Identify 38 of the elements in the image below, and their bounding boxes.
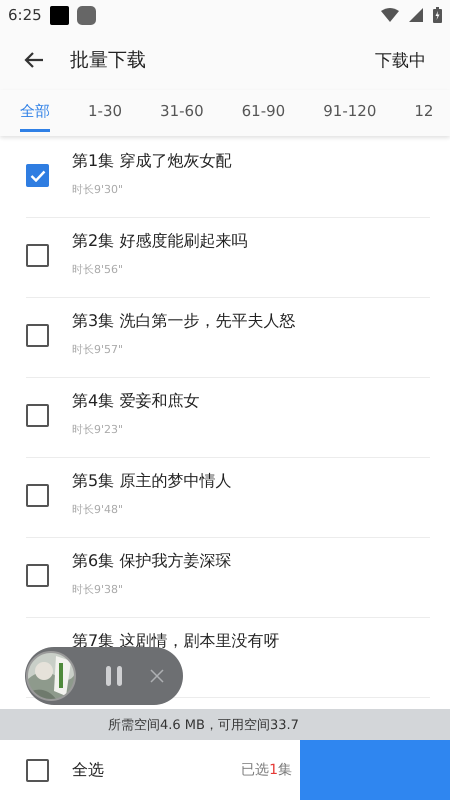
episode-duration: 时长9'30" — [72, 182, 124, 197]
wifi-icon — [381, 8, 399, 22]
page-title: 批量下载 — [70, 48, 146, 73]
episode-checkbox[interactable] — [26, 244, 49, 267]
episode-title: 第1集 穿成了炮灰女配 — [72, 151, 232, 172]
episode-duration: 时长9'48" — [72, 502, 124, 517]
episode-duration: 时长9'57" — [72, 342, 124, 357]
selected-count: 已选1集 — [241, 761, 292, 779]
select-all-label: 全选 — [72, 760, 104, 780]
status-time: 6:25 — [8, 6, 42, 24]
tab[interactable]: 全部 — [20, 90, 50, 132]
episode-title: 第6集 保护我方姜深琛 — [72, 551, 232, 572]
checkmark-icon — [30, 170, 46, 182]
tab[interactable]: 12 — [414, 90, 434, 131]
episode-checkbox[interactable] — [26, 404, 49, 427]
episode-title: 第5集 原主的梦中情人 — [72, 471, 232, 492]
episode-duration: 时长8'56" — [72, 262, 124, 277]
select-all-checkbox[interactable] — [26, 758, 49, 782]
episode-checkbox[interactable] — [26, 164, 49, 187]
notification-icon — [50, 6, 69, 24]
episode-title: 第4集 爱妾和庶女 — [72, 391, 200, 412]
episode-title: 第3集 洗白第一步，先平夫人怒 — [72, 311, 296, 332]
tab[interactable]: 61-90 — [242, 90, 286, 131]
storage-info: 所需空间4.6 MB，可用空间33.7 — [0, 709, 450, 740]
episode-checkbox[interactable] — [26, 564, 49, 587]
tab[interactable]: 1-30 — [88, 90, 122, 131]
tab[interactable]: 91-120 — [323, 90, 376, 131]
tab[interactable]: 31-60 — [160, 90, 204, 131]
episode-title: 第2集 好感度能刷起来吗 — [72, 231, 248, 252]
episode-duration: 时长9'38" — [72, 582, 124, 597]
downloading-button[interactable]: 下载中 — [375, 48, 426, 72]
episode-checkbox[interactable] — [26, 484, 49, 507]
episode-duration: 时长9'23" — [72, 422, 124, 437]
pause-icon[interactable] — [104, 665, 124, 687]
battery-icon — [433, 7, 442, 23]
episode-checkbox[interactable] — [26, 324, 49, 347]
notification-icon — [76, 6, 96, 24]
signal-icon — [409, 8, 423, 22]
